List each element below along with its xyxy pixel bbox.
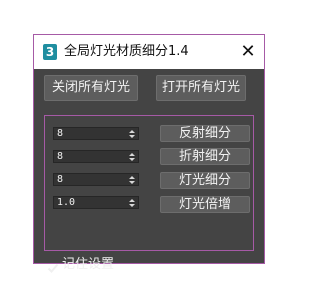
spinner-value: 8 xyxy=(57,151,64,162)
spinner-value: 8 xyxy=(57,128,64,139)
open-all-lights-button[interactable]: 打开所有灯光 xyxy=(156,75,246,101)
reflection-subdiv-spinner[interactable]: 8 xyxy=(53,127,139,140)
spinner-arrows-icon[interactable] xyxy=(129,128,135,140)
refraction-subdiv-spinner[interactable]: 8 xyxy=(53,150,139,163)
light-subdiv-button[interactable]: 灯光细分 xyxy=(160,172,250,189)
reflection-subdiv-button[interactable]: 反射细分 xyxy=(160,125,250,142)
spinner-arrows-icon[interactable] xyxy=(129,174,135,186)
light-subdiv-spinner[interactable]: 8 xyxy=(53,173,139,186)
remember-settings-checkbox[interactable] xyxy=(47,259,59,273)
window-title: 全局灯光材质细分1.4 xyxy=(64,44,189,59)
light-multiplier-button[interactable]: 灯光倍增 xyxy=(160,196,250,213)
remember-settings-label[interactable]: 记住设置 xyxy=(62,257,114,273)
close-all-lights-button[interactable]: 关闭所有灯光 xyxy=(44,75,138,101)
title-bar: 3 全局灯光材质细分1.4 ✕ xyxy=(34,35,264,69)
spinner-value: 8 xyxy=(57,174,64,185)
spinner-arrows-icon[interactable] xyxy=(129,197,135,209)
refraction-subdiv-button[interactable]: 折射细分 xyxy=(160,148,250,165)
3dsmax-icon: 3 xyxy=(43,44,57,60)
settings-window: 3 全局灯光材质细分1.4 ✕ 关闭所有灯光 打开所有灯光 8 反射细分 8 折… xyxy=(33,34,265,273)
light-multiplier-spinner[interactable]: 1.0 xyxy=(53,196,139,209)
subdivision-group: 8 反射细分 8 折射细分 8 灯光细分 1.0 灯光倍增 xyxy=(44,115,254,251)
close-icon[interactable]: ✕ xyxy=(238,42,258,62)
spinner-value: 1.0 xyxy=(57,197,76,208)
checkmark-icon xyxy=(47,263,59,273)
spinner-arrows-icon[interactable] xyxy=(129,151,135,163)
